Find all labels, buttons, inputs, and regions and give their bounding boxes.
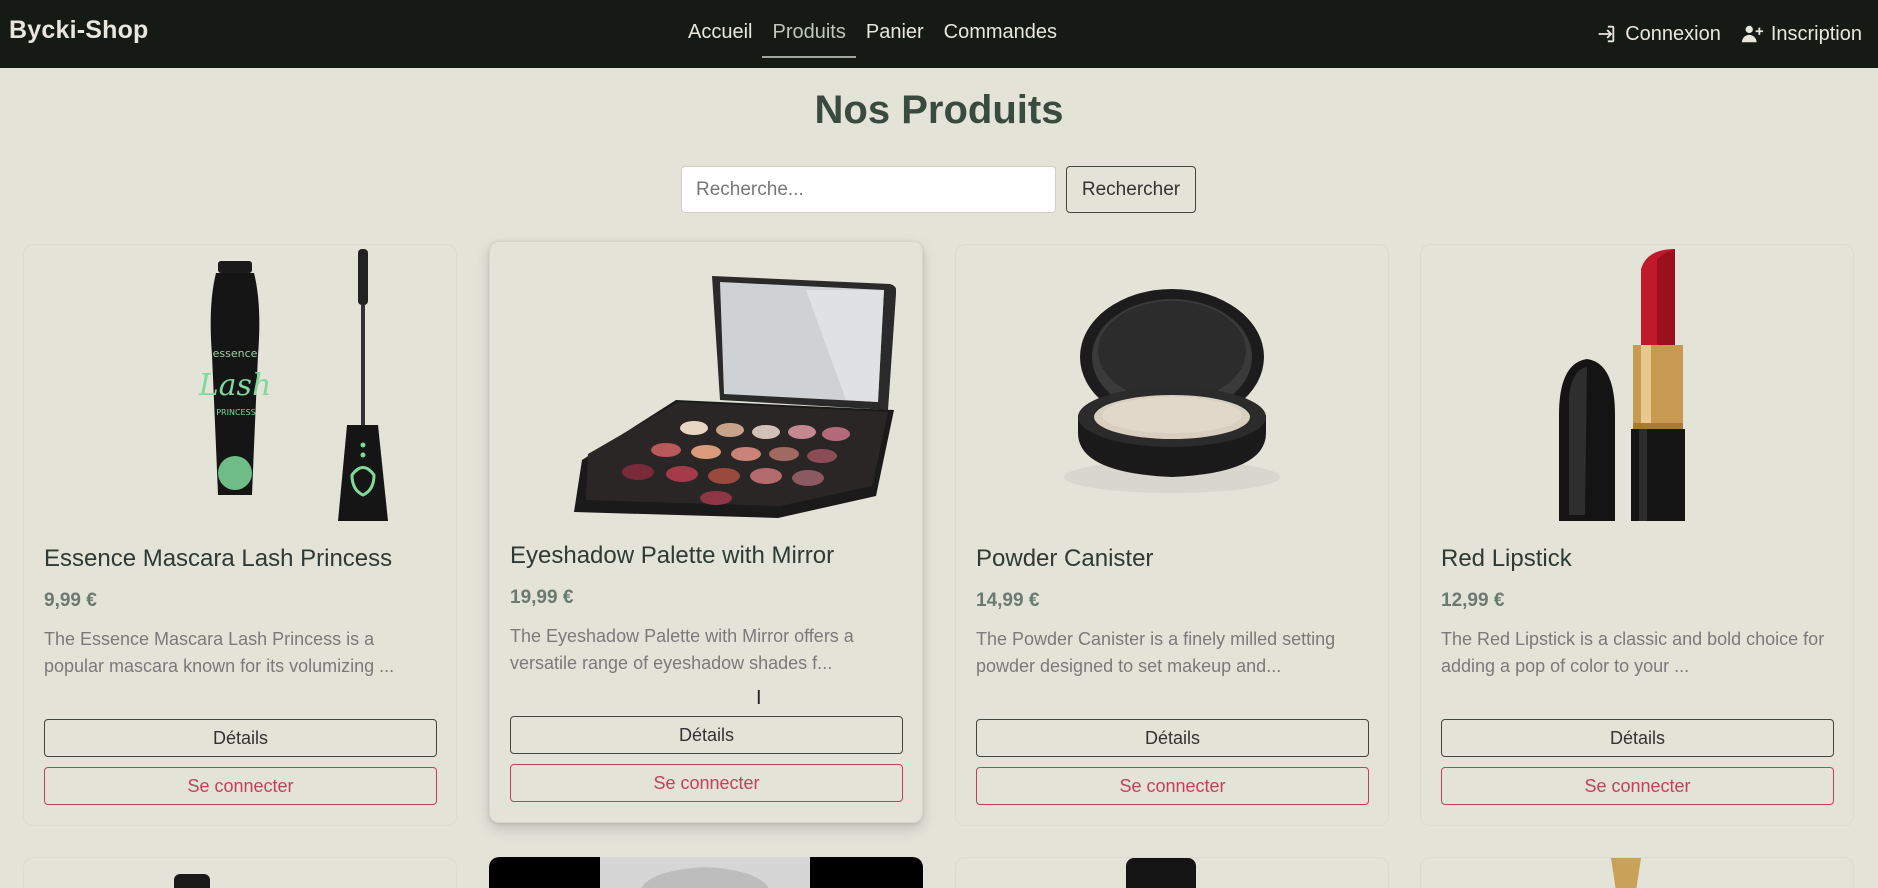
login-label: Connexion	[1625, 22, 1721, 45]
product-description: The Powder Canister is a finely milled s…	[976, 629, 1336, 676]
product-description: The Red Lipstick is a classic and bold c…	[1441, 629, 1825, 676]
product-image	[490, 242, 922, 518]
product-card-next	[489, 857, 923, 888]
product-image: essence Lash PRINCESS	[24, 245, 456, 521]
auth-nav: Connexion Inscription	[1595, 0, 1862, 68]
text-cursor-icon: I	[756, 687, 762, 709]
product-card: essence Lash PRINCESS Essence Mascara La…	[23, 244, 457, 826]
product-description: The Essence Mascara Lash Princess is a p…	[44, 629, 395, 676]
login-button[interactable]: Se connecter	[976, 767, 1369, 805]
search-button[interactable]: Rechercher	[1066, 166, 1196, 213]
svg-text:Lash: Lash	[198, 368, 272, 403]
product-price: 19,99 €	[510, 587, 574, 608]
product-image	[956, 245, 1388, 521]
product-description: The Eyeshadow Palette with Mirror offers…	[510, 626, 854, 673]
page-title: Nos Produits	[814, 88, 1064, 132]
product-card: Red Lipstick 12,99 € The Red Lipstick is…	[1420, 244, 1854, 826]
details-button[interactable]: Détails	[1441, 719, 1834, 757]
product-card: Powder Canister 14,99 € The Powder Canis…	[955, 244, 1389, 826]
product-card-next	[955, 857, 1389, 888]
top-navbar: Bycki-Shop Accueil Produits Panier Comma…	[0, 0, 1878, 68]
user-plus-icon	[1741, 25, 1763, 43]
nav-link-accueil[interactable]: Accueil	[678, 0, 762, 68]
register-label: Inscription	[1770, 22, 1862, 45]
product-card-next	[1420, 857, 1854, 888]
register-link[interactable]: Inscription	[1741, 23, 1862, 46]
details-button[interactable]: Détails	[976, 719, 1369, 757]
login-link[interactable]: Connexion	[1595, 23, 1721, 46]
product-price: 9,99 €	[44, 590, 97, 611]
product-price: 12,99 €	[1441, 590, 1505, 611]
product-card: Eyeshadow Palette with Mirror 19,99 € Th…	[489, 241, 923, 823]
nav-link-produits[interactable]: Produits	[762, 0, 857, 68]
product-name: Red Lipstick	[1441, 545, 1572, 572]
details-button[interactable]: Détails	[44, 719, 437, 757]
product-name: Essence Mascara Lash Princess	[44, 545, 393, 572]
product-image	[1421, 245, 1853, 521]
login-button[interactable]: Se connecter	[510, 764, 903, 802]
search-input[interactable]	[681, 166, 1056, 213]
main-nav: Accueil Produits Panier Commandes	[678, 0, 1067, 68]
nav-link-commandes[interactable]: Commandes	[934, 0, 1067, 68]
sign-in-icon	[1598, 25, 1615, 43]
svg-text:PRINCESS: PRINCESS	[216, 408, 256, 417]
svg-text:essence: essence	[213, 347, 258, 360]
product-name: Powder Canister	[976, 545, 1154, 572]
product-name: Eyeshadow Palette with Mirror	[510, 542, 835, 569]
login-button[interactable]: Se connecter	[1441, 767, 1834, 805]
nav-link-panier[interactable]: Panier	[856, 0, 934, 68]
brand-logo[interactable]: Bycki-Shop	[9, 16, 149, 45]
product-price: 14,99 €	[976, 590, 1040, 611]
login-button[interactable]: Se connecter	[44, 767, 437, 805]
product-card-next	[23, 857, 457, 888]
details-button[interactable]: Détails	[510, 716, 903, 754]
